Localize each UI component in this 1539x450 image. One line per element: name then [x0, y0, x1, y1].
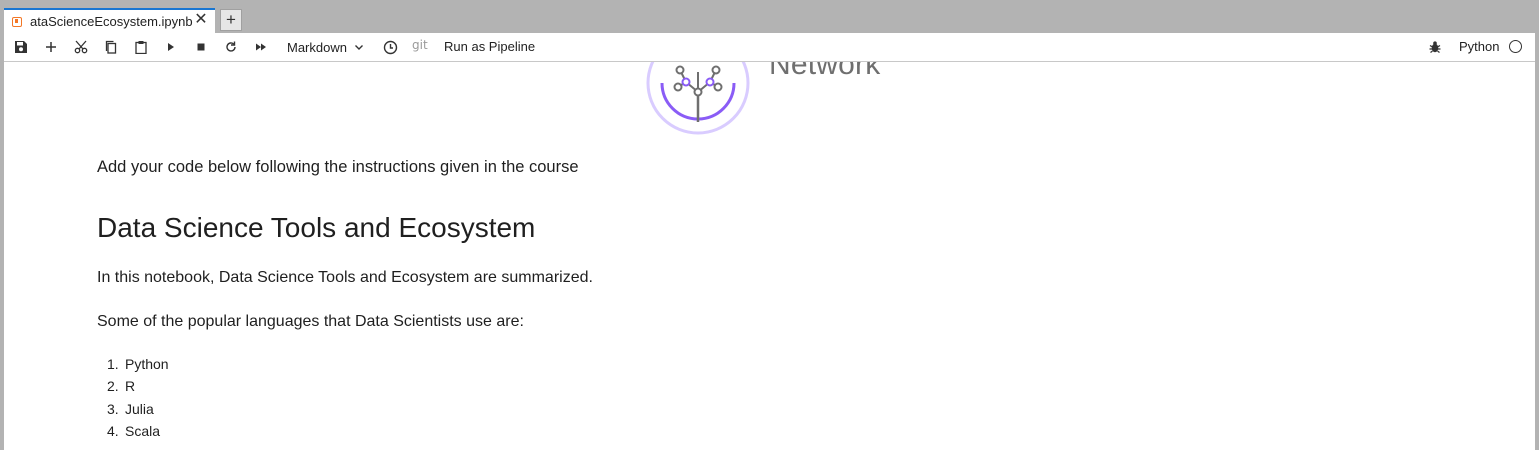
git-button[interactable]: git: [412, 38, 428, 52]
kernel-name[interactable]: Python: [1459, 39, 1499, 54]
list-item: 3. Julia: [107, 400, 154, 417]
tab-bar: ataScienceEcosystem.ipynb ✕ +: [4, 6, 1535, 33]
list-item: 1. Python: [107, 356, 169, 372]
debugger-bug-icon[interactable]: [1426, 38, 1444, 56]
logo-wordmark: Network: [769, 62, 881, 81]
history-clock-icon[interactable]: [381, 38, 399, 56]
save-icon[interactable]: [12, 38, 30, 56]
tab-notebook[interactable]: ataScienceEcosystem.ipynb ✕: [4, 8, 215, 33]
languages-intro-text: Some of the popular languages that Data …: [97, 313, 524, 330]
skills-network-logo-icon: [646, 62, 750, 135]
list-item: 2. R: [107, 378, 136, 395]
run-as-pipeline-button[interactable]: Run as Pipeline: [444, 39, 535, 54]
fast-forward-icon[interactable]: [252, 38, 270, 56]
notebook-heading: Data Science Tools and Ecosystem: [97, 212, 536, 243]
notebook-icon: [12, 17, 22, 27]
summary-text: In this notebook, Data Science Tools and…: [97, 269, 593, 286]
list-item: 4. Scala: [107, 422, 161, 439]
restart-icon[interactable]: [222, 38, 240, 56]
cell-type-label: Markdown: [287, 39, 347, 55]
skills-network-logo: Network: [644, 62, 904, 135]
tab-title: ataScienceEcosystem.ipynb: [30, 14, 193, 29]
notebook-toolbar: Markdown git Run as Pipeline Python: [4, 33, 1535, 62]
kernel-status-indicator: [1509, 40, 1522, 53]
add-cell-icon[interactable]: [42, 38, 60, 56]
languages-list: 1. Python 2. R 3. Julia 4. Scala: [107, 353, 169, 442]
intro-text: Add your code below following the instru…: [97, 158, 579, 176]
chevron-down-icon: [354, 45, 363, 50]
paste-icon[interactable]: [132, 38, 150, 56]
stop-icon[interactable]: [192, 38, 210, 56]
close-tab-button[interactable]: ✕: [193, 12, 209, 28]
cell-type-dropdown[interactable]: Markdown: [287, 38, 365, 56]
notebook-content: Network Add your code below following th…: [4, 62, 1535, 450]
copy-icon[interactable]: [102, 38, 120, 56]
notebook-window: ataScienceEcosystem.ipynb ✕ + Markdown g…: [4, 6, 1535, 450]
new-tab-button[interactable]: +: [220, 9, 242, 31]
cut-icon[interactable]: [72, 38, 90, 56]
run-icon[interactable]: [162, 38, 180, 56]
